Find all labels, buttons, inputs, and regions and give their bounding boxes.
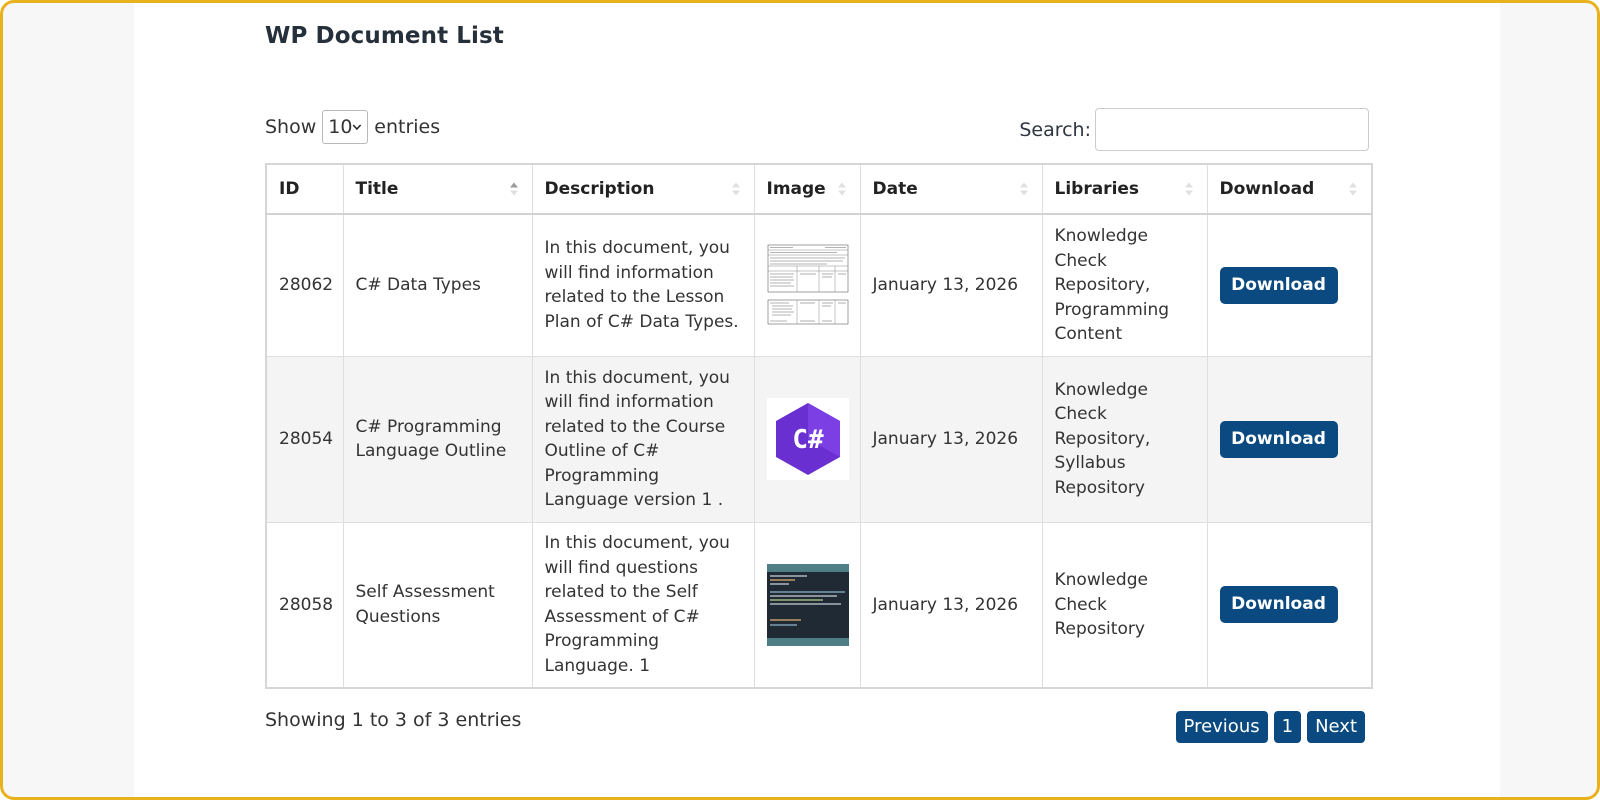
- pagination: Previous 1 Next: [1175, 711, 1365, 743]
- column-header-label: ID: [279, 179, 300, 199]
- column-header-label: Title: [355, 179, 399, 199]
- cell-title: C# Data Types: [342, 213, 533, 357]
- column-header-date[interactable]: Date: [859, 163, 1043, 215]
- column-header-label: Description: [544, 179, 655, 199]
- sort-icon: [1019, 182, 1028, 196]
- cell-id: 28054: [265, 355, 344, 523]
- cell-date: January 13, 2026: [859, 521, 1043, 689]
- column-header-label: Libraries: [1054, 179, 1140, 199]
- entries-length-control: Show 10 entries: [265, 110, 440, 144]
- cell-libraries: Knowledge Check Repository, Programming …: [1041, 213, 1208, 357]
- download-button[interactable]: Download: [1219, 266, 1338, 304]
- sort-icon: [509, 182, 518, 196]
- column-header-download[interactable]: Download: [1206, 163, 1373, 215]
- page-number-button[interactable]: 1: [1273, 711, 1302, 743]
- cell-date: January 13, 2026: [859, 213, 1043, 357]
- document-table-wrapper: ID Title Description Image Date Librarie…: [265, 163, 1373, 689]
- cell-download: Download: [1206, 355, 1373, 523]
- cell-description: In this document, you will find informat…: [531, 355, 755, 523]
- column-header-id[interactable]: ID: [265, 163, 344, 215]
- csharp-logo-text: C#: [792, 425, 824, 455]
- next-page-button[interactable]: Next: [1307, 711, 1365, 743]
- cell-description: In this document, you will find informat…: [531, 213, 755, 357]
- cell-date: January 13, 2026: [859, 355, 1043, 523]
- previous-page-button[interactable]: Previous: [1175, 711, 1268, 743]
- cell-image: C#: [753, 355, 861, 523]
- sort-icon: [1349, 182, 1357, 196]
- cell-title: Self Assessment Questions: [342, 521, 533, 689]
- table-row: 28062 C# Data Types In this document, yo…: [265, 213, 1373, 357]
- column-header-label: Date: [872, 179, 918, 199]
- entries-per-page-value: 10: [328, 116, 353, 138]
- column-header-title[interactable]: Title: [342, 163, 533, 215]
- cell-libraries: Knowledge Check Repository: [1041, 521, 1208, 689]
- column-header-label: Download: [1219, 179, 1315, 199]
- sort-icon: [1184, 182, 1193, 196]
- entries-per-page-select[interactable]: 10: [322, 110, 369, 144]
- column-header-label: Image: [766, 179, 826, 199]
- length-prefix: Show: [265, 116, 317, 138]
- cell-id: 28062: [265, 213, 344, 357]
- table-row: 28054 C# Programming Language Outline In…: [265, 355, 1373, 523]
- cell-libraries: Knowledge Check Repository, Syllabus Rep…: [1041, 355, 1208, 523]
- document-table: ID Title Description Image Date Librarie…: [265, 163, 1373, 689]
- search-label: Search:: [1019, 118, 1091, 141]
- window-frame: WP Document List Show 10 entries Search:: [0, 0, 1600, 800]
- chevron-down-icon: [353, 124, 362, 131]
- download-button[interactable]: Download: [1219, 586, 1338, 624]
- cell-download: Download: [1206, 213, 1373, 357]
- table-header-row: ID Title Description Image Date Librarie…: [265, 163, 1373, 215]
- sort-icon: [837, 182, 846, 196]
- table-info: Showing 1 to 3 of 3 entries: [265, 709, 522, 731]
- cell-title: C# Programming Language Outline: [342, 355, 533, 523]
- table-row: 28058 Self Assessment Questions In this …: [265, 521, 1373, 689]
- lesson-plan-document-thumbnail[interactable]: [766, 244, 849, 327]
- length-suffix: entries: [374, 116, 441, 138]
- sort-icon: [731, 182, 740, 196]
- column-header-image[interactable]: Image: [753, 163, 861, 215]
- search-control: Search:: [1019, 108, 1369, 151]
- cell-download: Download: [1206, 521, 1373, 689]
- code-editor-screenshot-icon[interactable]: [766, 563, 849, 646]
- content-panel: WP Document List Show 10 entries Search:: [134, 3, 1500, 797]
- download-button[interactable]: Download: [1219, 420, 1338, 458]
- cell-description: In this document, you will find question…: [531, 521, 755, 689]
- page-title: WP Document List: [265, 23, 504, 49]
- column-header-libraries[interactable]: Libraries: [1041, 163, 1208, 215]
- csharp-logo-icon[interactable]: C#: [766, 398, 849, 480]
- search-input[interactable]: [1095, 108, 1369, 151]
- cell-image: [753, 521, 861, 689]
- column-header-description[interactable]: Description: [531, 163, 755, 215]
- cell-id: 28058: [265, 521, 344, 689]
- cell-image: [753, 213, 861, 357]
